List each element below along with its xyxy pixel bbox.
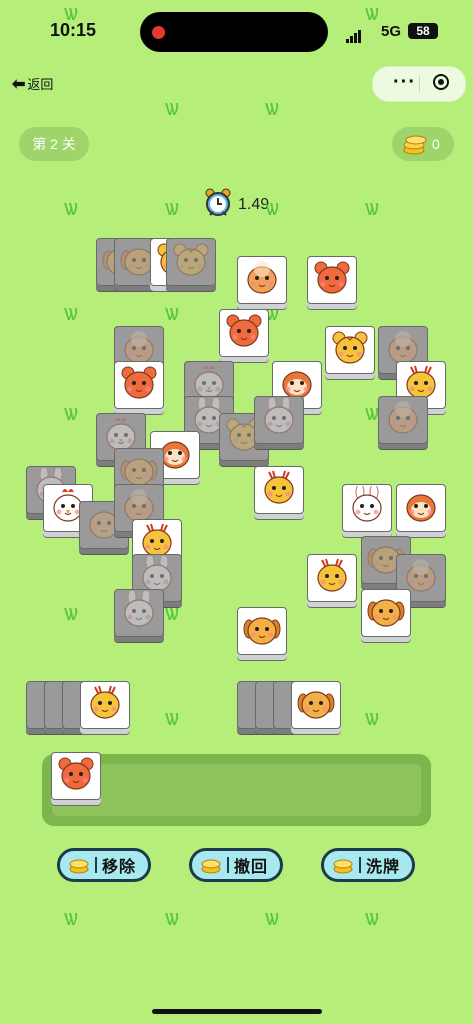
dog-tile[interactable] [361, 589, 411, 637]
dynamic-island [140, 12, 328, 52]
coin-count: 0 [432, 136, 440, 152]
battery-icon: 58 [408, 23, 438, 39]
more-icon[interactable]: ··· [393, 71, 416, 94]
sheep-tile [378, 396, 428, 444]
miniprogram-capsule: ··· [372, 66, 466, 102]
rabbit-icon [259, 395, 299, 443]
dog-icon [242, 609, 282, 654]
mouse-icon [224, 311, 264, 356]
tray-inner [52, 764, 421, 816]
signal-icon [346, 25, 362, 43]
remove-label: 移除 [102, 859, 137, 876]
monkey-icon [401, 486, 441, 531]
dog-tile[interactable] [237, 607, 287, 655]
coin-icon [333, 859, 353, 874]
mouse-icon [312, 258, 352, 303]
close-miniprogram-icon[interactable] [433, 74, 449, 90]
timer: 1.49 [205, 188, 269, 223]
button-divider [359, 857, 361, 873]
remove-button[interactable]: 移除 [57, 848, 151, 882]
shuffle-button[interactable]: 洗牌 [321, 848, 415, 882]
monkey-tile[interactable] [396, 484, 446, 532]
coin-counter: 0 [392, 127, 454, 161]
dog-tile[interactable] [291, 681, 341, 729]
back-button[interactable]: ⬅ 返回 [12, 74, 53, 94]
sheep-tile[interactable] [237, 256, 287, 304]
mouse-icon [119, 363, 159, 408]
back-label: 返回 [27, 77, 54, 92]
sheep-icon [383, 398, 423, 443]
coin-icon [201, 859, 221, 874]
battery-level: 58 [416, 24, 430, 38]
dragon-icon [259, 468, 299, 513]
shuffle-label: 洗牌 [366, 859, 401, 876]
tiger-tile[interactable] [325, 326, 375, 374]
rabbit-tile [114, 588, 164, 637]
level-badge: 第 2 关 [19, 127, 89, 161]
dragon-icon [85, 683, 125, 728]
back-arrow-icon: ⬅ [12, 76, 26, 93]
rabbit-tile [254, 395, 304, 444]
dog-icon [296, 683, 336, 728]
recording-indicator [152, 26, 165, 39]
mouse-tile[interactable] [114, 361, 164, 409]
dragon-tile[interactable] [254, 466, 304, 514]
undo-button[interactable]: 撤回 [189, 848, 283, 882]
button-divider [227, 857, 229, 873]
dragon-tile[interactable] [307, 554, 357, 602]
mouse-icon [56, 754, 96, 799]
dog-icon [366, 591, 406, 636]
tiger-icon [171, 240, 211, 285]
mouse-tile[interactable] [307, 256, 357, 304]
dragon-icon [312, 556, 352, 601]
rabbit-tile[interactable] [342, 483, 392, 532]
coin-icon [69, 859, 89, 874]
tiger-icon [330, 328, 370, 373]
alarm-clock-icon [205, 188, 231, 216]
button-divider [95, 857, 97, 873]
capsule-divider [419, 76, 420, 92]
rabbit-icon [119, 588, 159, 636]
sheep-icon [242, 258, 282, 303]
coin-stack-icon [403, 135, 427, 155]
tiger-tile [166, 238, 216, 286]
mouse-tile[interactable] [219, 309, 269, 357]
home-indicator [152, 1009, 322, 1014]
dragon-tile[interactable] [80, 681, 130, 729]
network-type: 5G [381, 23, 402, 40]
rabbit-icon [347, 483, 387, 531]
undo-label: 撤回 [234, 859, 269, 876]
mouse-tile [51, 752, 101, 800]
